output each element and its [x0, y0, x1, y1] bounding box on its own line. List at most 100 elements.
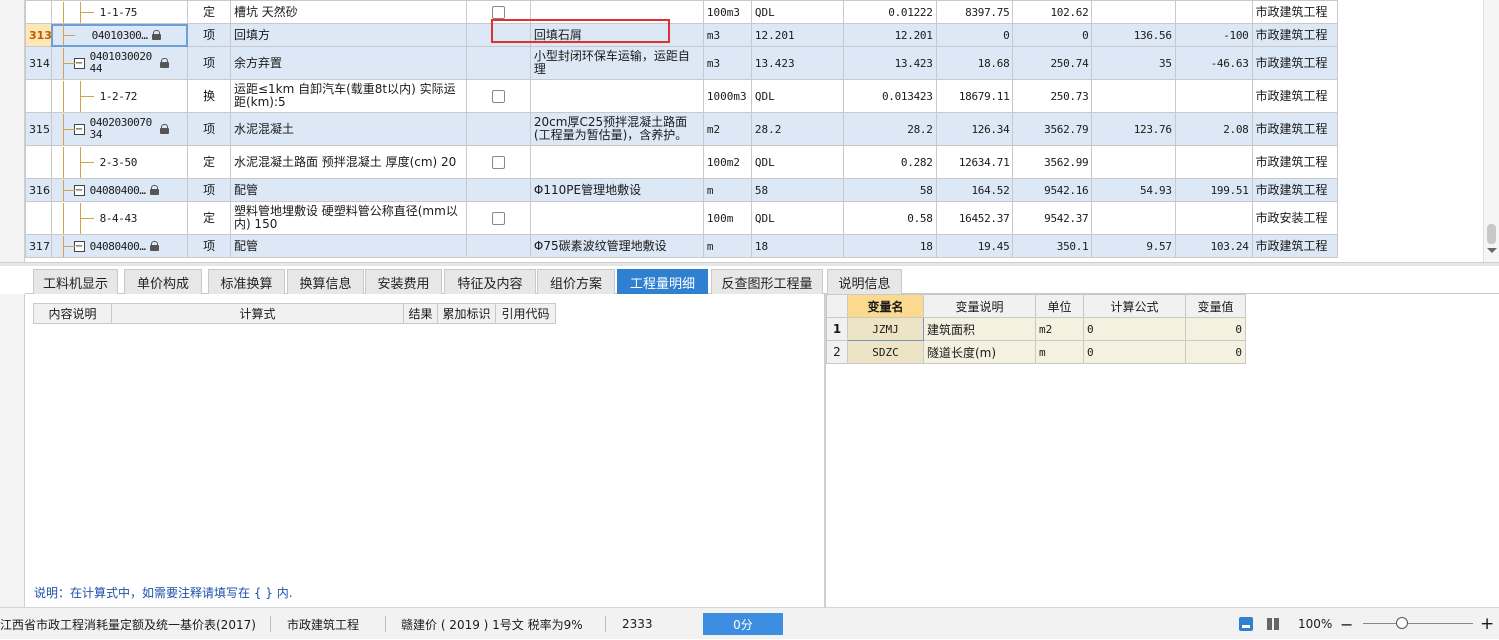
var-value-cell[interactable]: 0 — [1185, 317, 1246, 341]
control-price-cell[interactable]: 9.57 — [1091, 234, 1176, 258]
total-price-cell[interactable]: 9542.16 — [1012, 178, 1093, 202]
quantity-expr-cell[interactable]: 28.2 — [750, 112, 844, 146]
major-cell[interactable]: 市政建筑工程 — [1251, 0, 1339, 24]
var-row-index[interactable]: 2 — [826, 340, 848, 364]
col-header-content-desc[interactable]: 内容说明 — [33, 303, 112, 324]
item-feature-cell[interactable]: 回填石屑 — [529, 23, 704, 47]
collapse-icon[interactable]: − — [73, 123, 85, 135]
item-name-cell[interactable]: 配管 — [229, 234, 467, 258]
total-price-cell[interactable]: 3562.79 — [1012, 112, 1093, 146]
item-name-cell[interactable]: 水泥混凝土路面 预拌混凝土 厚度(cm) 20 — [229, 145, 467, 179]
var-unit-cell[interactable]: m — [1035, 340, 1084, 364]
variable-row[interactable]: 1 JZMJ 建筑面积 m2 0 0 — [826, 317, 1246, 341]
checkbox-cell[interactable] — [465, 145, 531, 179]
tab-standard-conversion[interactable]: 标准换算 — [208, 269, 285, 294]
quota-row[interactable]: 1-2-72 换运距≤1km 自卸汽车(载重8t以内) 实际运距(km):5 100… — [25, 79, 1339, 113]
bill-item-row[interactable]: 314−040103002044 项余方弃置 小型封闭环保车运输，运距自理 m3 13.… — [25, 46, 1339, 80]
vertical-scrollbar[interactable] — [1483, 0, 1499, 262]
difference-cell[interactable]: 103.24 — [1174, 234, 1253, 258]
quantity-expr-cell[interactable]: QDL — [750, 201, 844, 235]
item-type-cell[interactable]: 换 — [187, 79, 231, 113]
difference-cell[interactable] — [1174, 145, 1253, 179]
item-code-cell[interactable]: −04080400… — [50, 178, 189, 202]
unit-cell[interactable]: m — [702, 234, 752, 258]
control-price-cell[interactable] — [1091, 0, 1176, 24]
lock-icon[interactable] — [151, 30, 161, 40]
col-header-result[interactable]: 结果 — [403, 303, 438, 324]
checkbox-cell[interactable] — [465, 178, 531, 202]
lock-icon[interactable] — [149, 241, 159, 251]
checkbox-cell[interactable] — [465, 234, 531, 258]
item-name-cell[interactable]: 槽坑 天然砂 — [229, 0, 467, 24]
control-price-cell[interactable] — [1091, 201, 1176, 235]
control-price-cell[interactable] — [1091, 145, 1176, 179]
total-price-cell[interactable]: 0 — [1012, 23, 1093, 47]
collapse-icon[interactable]: − — [73, 184, 85, 196]
checkbox-cell[interactable] — [465, 112, 531, 146]
unit-cell[interactable]: m3 — [702, 46, 752, 80]
tab-unit-price-composition[interactable]: 单价构成 — [124, 269, 202, 294]
control-price-cell[interactable]: 54.93 — [1091, 178, 1176, 202]
control-price-cell[interactable]: 136.56 — [1091, 23, 1176, 47]
var-formula-cell[interactable]: 0 — [1083, 340, 1186, 364]
major-cell[interactable]: 市政建筑工程 — [1251, 79, 1339, 113]
row-seq-cell[interactable] — [25, 201, 52, 235]
quota-row[interactable]: 2-3-50 定水泥混凝土路面 预拌混凝土 厚度(cm) 20 100m2 QDL 0.… — [25, 145, 1339, 179]
total-price-cell[interactable]: 9542.37 — [1012, 201, 1093, 235]
quantity-cell[interactable]: 0.58 — [842, 201, 937, 235]
item-name-cell[interactable]: 余方弃置 — [229, 46, 467, 80]
control-price-cell[interactable]: 35 — [1091, 46, 1176, 80]
control-price-cell[interactable] — [1091, 79, 1176, 113]
item-code-cell[interactable]: −04080400… — [50, 234, 189, 258]
var-formula-cell[interactable]: 0 — [1083, 317, 1186, 341]
quantity-cell[interactable]: 12.201 — [842, 23, 937, 47]
zoom-slider-track[interactable] — [1363, 623, 1473, 624]
var-desc-cell[interactable]: 隧道长度(m) — [923, 340, 1036, 364]
row-checkbox[interactable] — [491, 211, 505, 225]
collapse-icon[interactable]: − — [73, 240, 85, 252]
var-unit-cell[interactable]: m2 — [1035, 317, 1084, 341]
col-header-var-value[interactable]: 变量值 — [1185, 294, 1246, 318]
row-seq-cell[interactable]: 315 — [25, 112, 52, 146]
item-code-cell[interactable]: 1-2-72 — [50, 79, 189, 113]
status-major[interactable]: 市政建筑工程 — [287, 608, 359, 640]
item-type-cell[interactable]: 项 — [187, 234, 231, 258]
checkbox-cell[interactable] — [465, 23, 531, 47]
tab-features-content[interactable]: 特征及内容 — [444, 269, 536, 294]
row-checkbox[interactable] — [491, 5, 505, 19]
col-header-var-formula[interactable]: 计算公式 — [1083, 294, 1186, 318]
quantity-cell[interactable]: 0.282 — [842, 145, 937, 179]
quantity-expr-cell[interactable]: QDL — [750, 145, 844, 179]
scrollbar-thumb[interactable] — [1487, 224, 1496, 244]
item-feature-cell[interactable]: 20cm厚C25预拌混凝土路面(工程量为暂估量)，含养护。 — [529, 112, 704, 146]
difference-cell[interactable] — [1174, 201, 1253, 235]
unit-cell[interactable]: 1000m3 — [702, 79, 752, 113]
difference-cell[interactable]: 2.08 — [1174, 112, 1253, 146]
item-feature-cell[interactable] — [529, 145, 704, 179]
quantity-expr-cell[interactable]: QDL — [750, 79, 844, 113]
unit-cell[interactable]: m — [702, 178, 752, 202]
zoom-slider-handle[interactable] — [1396, 617, 1408, 629]
unit-cell[interactable]: 100m3 — [702, 0, 752, 24]
total-price-cell[interactable]: 350.1 — [1012, 234, 1093, 258]
quantity-expr-cell[interactable]: 13.423 — [750, 46, 844, 80]
var-value-cell[interactable]: 0 — [1185, 340, 1246, 364]
col-header-formula[interactable]: 计算式 — [111, 303, 404, 324]
quantity-expr-cell[interactable]: 58 — [750, 178, 844, 202]
tab-pricing-scheme[interactable]: 组价方案 — [537, 269, 615, 294]
difference-cell[interactable] — [1174, 0, 1253, 24]
status-quota-library[interactable]: 江西省市政工程消耗量定额及统一基价表(2017) — [0, 608, 256, 640]
quantity-cell[interactable]: 13.423 — [842, 46, 937, 80]
item-type-cell[interactable]: 定 — [187, 145, 231, 179]
col-header-var-name[interactable]: 变量名 — [847, 294, 924, 318]
quantity-cell[interactable]: 0.013423 — [842, 79, 937, 113]
item-code-cell[interactable]: 1-1-75 — [50, 0, 189, 24]
col-header-accumulate-flag[interactable]: 累加标识 — [437, 303, 496, 324]
difference-cell[interactable]: 199.51 — [1174, 178, 1253, 202]
item-feature-cell[interactable]: Φ75碳素波纹管理地敷设 — [529, 234, 704, 258]
major-cell[interactable]: 市政建筑工程 — [1251, 178, 1339, 202]
tab-install-fees[interactable]: 安装费用 — [365, 269, 442, 294]
major-cell[interactable]: 市政建筑工程 — [1251, 46, 1339, 80]
quantity-expr-cell[interactable]: 18 — [750, 234, 844, 258]
difference-cell[interactable]: -100 — [1174, 23, 1253, 47]
